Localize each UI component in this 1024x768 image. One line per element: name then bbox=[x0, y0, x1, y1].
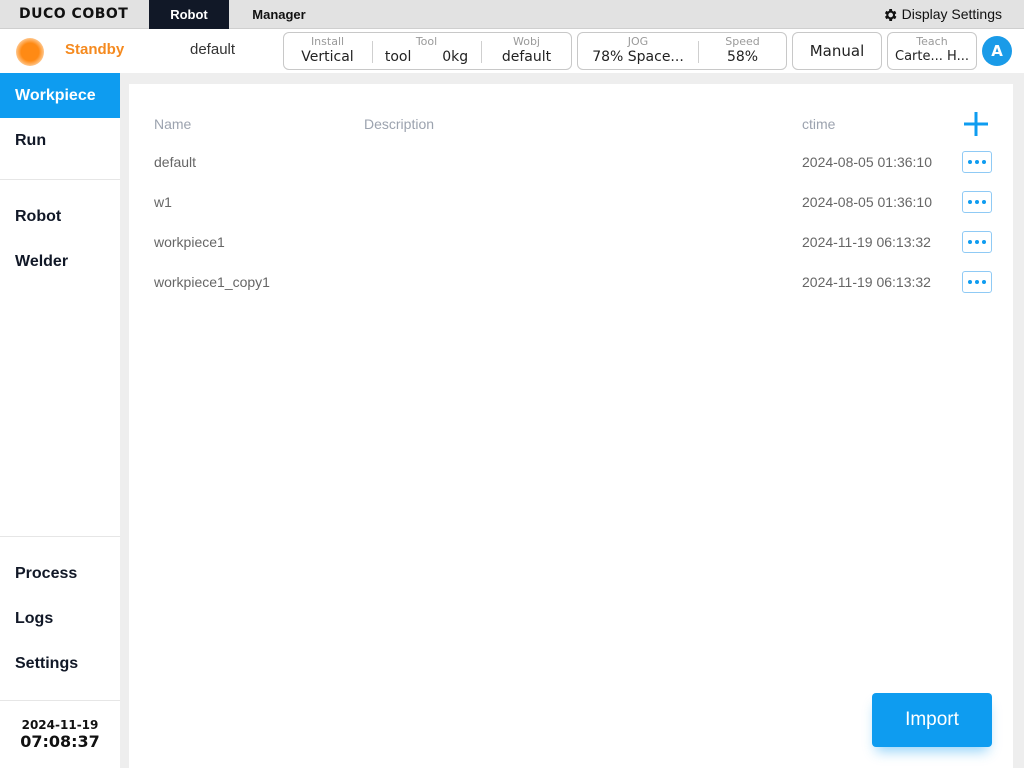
row-ctime: 2024-08-05 01:36:10 bbox=[802, 194, 932, 210]
display-settings-label: Display Settings bbox=[901, 6, 1002, 22]
row-ctime: 2024-11-19 06:13:32 bbox=[802, 234, 931, 250]
row-ctime: 2024-11-19 06:13:32 bbox=[802, 274, 931, 290]
tab-manager[interactable]: Manager bbox=[236, 0, 322, 29]
row-name: w1 bbox=[154, 194, 172, 210]
workpiece-panel: Name Description ctime default 2024-08-0… bbox=[129, 84, 1013, 768]
plus-icon[interactable] bbox=[962, 110, 990, 138]
more-horizontal-icon[interactable] bbox=[962, 271, 992, 293]
clock-time: 07:08:37 bbox=[20, 732, 100, 751]
teach-segment[interactable]: Teach Carte... H... bbox=[888, 33, 976, 69]
wobj-value: default bbox=[501, 49, 552, 65]
teach-label: Teach bbox=[916, 35, 948, 48]
tool-segment[interactable]: Tool tool 0kg bbox=[373, 33, 480, 69]
more-horizontal-icon[interactable] bbox=[962, 151, 992, 173]
row-name: default bbox=[154, 154, 197, 170]
manual-mode-button[interactable]: Manual bbox=[792, 32, 882, 70]
status-indicator-icon bbox=[16, 38, 44, 66]
tab-robot[interactable]: Robot bbox=[149, 0, 229, 29]
mode-label: Manual bbox=[809, 42, 865, 60]
table-row[interactable]: workpiece1 2024-11-19 06:13:32 bbox=[129, 224, 1013, 264]
robot-state: Standby bbox=[65, 41, 125, 58]
table-row[interactable]: workpiece1_copy1 2024-11-19 06:13:32 bbox=[129, 264, 1013, 304]
install-segment[interactable]: Install Vertical bbox=[284, 33, 371, 69]
column-header-name: Name bbox=[154, 116, 192, 132]
speed-label: Speed bbox=[725, 35, 760, 48]
column-header-ctime: ctime bbox=[802, 116, 836, 132]
sidebar-item-run[interactable]: Run bbox=[0, 118, 120, 163]
table-row[interactable]: default 2024-08-05 01:36:10 bbox=[129, 144, 1013, 184]
import-button[interactable]: Import bbox=[872, 693, 992, 747]
row-name: workpiece1_copy1 bbox=[154, 274, 270, 290]
wobj-segment[interactable]: Wobj default bbox=[482, 33, 571, 69]
program-name[interactable]: default bbox=[190, 41, 235, 58]
sidebar-item-workpiece[interactable]: Workpiece bbox=[0, 73, 120, 118]
avatar[interactable]: A bbox=[982, 36, 1012, 66]
tool-weight: 0kg bbox=[442, 49, 469, 65]
teach-value: Carte... H... bbox=[895, 49, 969, 64]
jog-segment[interactable]: JOG 78% Space... bbox=[578, 33, 698, 69]
divider bbox=[0, 536, 120, 537]
install-tool-wobj-panel[interactable]: Install Vertical Tool tool 0kg Wobj defa… bbox=[283, 32, 572, 70]
tool-values: tool 0kg bbox=[373, 48, 480, 66]
teach-panel[interactable]: Teach Carte... H... bbox=[887, 32, 977, 70]
jog-value: 78% Space... bbox=[592, 49, 684, 65]
sidebar-item-process[interactable]: Process bbox=[0, 551, 120, 596]
speed-value: 58% bbox=[726, 49, 759, 65]
install-value: Vertical bbox=[301, 49, 354, 65]
divider bbox=[0, 179, 120, 180]
jog-speed-panel[interactable]: JOG 78% Space... Speed 58% bbox=[577, 32, 787, 70]
jog-label: JOG bbox=[627, 35, 649, 48]
tool-name: tool bbox=[384, 49, 412, 65]
row-name: workpiece1 bbox=[154, 234, 225, 250]
install-label: Install bbox=[310, 35, 345, 48]
sidebar-item-logs[interactable]: Logs bbox=[0, 596, 120, 641]
gear-icon bbox=[884, 8, 897, 21]
wobj-label: Wobj bbox=[512, 35, 540, 48]
status-bar: Standby default Install Vertical Tool to… bbox=[0, 29, 1024, 73]
sidebar-item-robot[interactable]: Robot bbox=[0, 194, 120, 239]
app-logo: DUCO COBOT bbox=[19, 6, 129, 22]
speed-segment[interactable]: Speed 58% bbox=[699, 33, 786, 69]
sidebar-item-welder[interactable]: Welder bbox=[0, 239, 120, 284]
top-bar: DUCO COBOT Robot Manager Display Setting… bbox=[0, 0, 1024, 29]
more-horizontal-icon[interactable] bbox=[962, 191, 992, 213]
clock-date: 2024-11-19 bbox=[21, 718, 99, 732]
table-row[interactable]: w1 2024-08-05 01:36:10 bbox=[129, 184, 1013, 224]
divider bbox=[0, 700, 120, 701]
sidebar: Workpiece Run Robot Welder Process Logs … bbox=[0, 73, 120, 768]
display-settings-button[interactable]: Display Settings bbox=[882, 0, 1002, 29]
row-ctime: 2024-08-05 01:36:10 bbox=[802, 154, 932, 170]
clock: 2024-11-19 07:08:37 bbox=[0, 718, 120, 751]
tool-label: Tool bbox=[415, 35, 438, 48]
more-horizontal-icon[interactable] bbox=[962, 231, 992, 253]
column-header-description: Description bbox=[364, 116, 435, 132]
sidebar-item-settings[interactable]: Settings bbox=[0, 641, 120, 686]
